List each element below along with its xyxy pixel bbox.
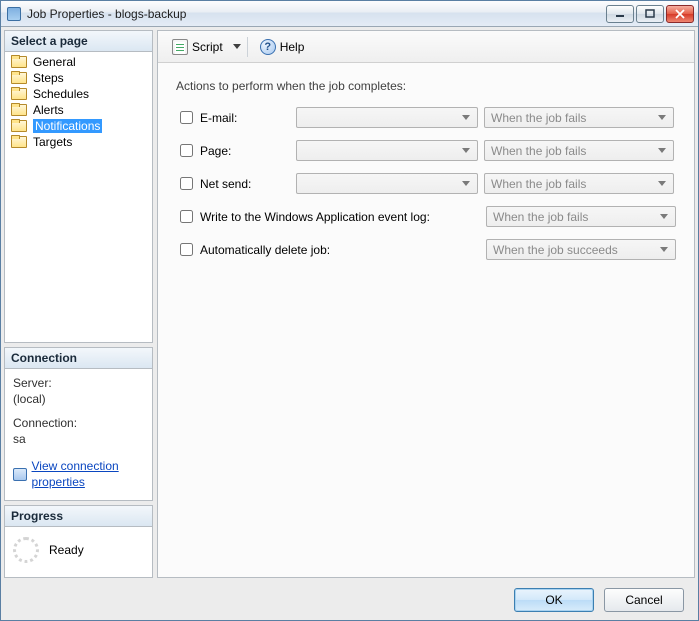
combo-text: When the job succeeds — [493, 243, 618, 257]
nav-label: Steps — [33, 71, 64, 85]
row-page: Page: When the job fails — [176, 140, 676, 161]
page-label: Page: — [200, 144, 290, 158]
connection-panel: Connection Server: (local) Connection: s… — [4, 347, 153, 501]
connection-header: Connection — [5, 348, 152, 369]
window-title: Job Properties - blogs-backup — [27, 7, 606, 21]
nav-label: Targets — [33, 135, 72, 149]
ok-label: OK — [545, 593, 562, 607]
titlebar: Job Properties - blogs-backup — [1, 1, 698, 27]
nav-label: Alerts — [33, 103, 64, 117]
folder-icon — [11, 103, 27, 117]
email-condition-combo[interactable]: When the job fails — [484, 107, 674, 128]
cancel-button[interactable]: Cancel — [604, 588, 684, 612]
toolbar: Script ? Help — [158, 31, 694, 63]
combo-text: When the job fails — [491, 177, 586, 191]
select-page-header: Select a page — [5, 31, 152, 52]
page-condition-combo[interactable]: When the job fails — [484, 140, 674, 161]
combo-text: When the job fails — [491, 144, 586, 158]
autodelete-label: Automatically delete job: — [200, 243, 480, 257]
nav-item-alerts[interactable]: Alerts — [5, 102, 152, 118]
netsend-checkbox[interactable] — [180, 177, 193, 190]
folder-icon — [11, 119, 27, 133]
progress-panel: Progress Ready — [4, 505, 153, 578]
progress-body: Ready — [5, 527, 152, 577]
connection-value: sa — [13, 431, 144, 447]
eventlog-label: Write to the Windows Application event l… — [200, 210, 480, 224]
spinner-icon — [13, 537, 39, 563]
folder-icon — [11, 135, 27, 149]
server-label: Server: — [13, 375, 144, 391]
close-button[interactable] — [666, 5, 694, 23]
script-icon — [172, 39, 188, 55]
section-title: Actions to perform when the job complete… — [176, 79, 676, 93]
netsend-operator-combo[interactable] — [296, 173, 478, 194]
chevron-down-icon — [655, 181, 669, 186]
progress-status: Ready — [49, 543, 84, 557]
netsend-label: Net send: — [200, 177, 290, 191]
connection-body: Server: (local) Connection: sa View conn… — [5, 369, 152, 500]
chevron-down-icon — [459, 181, 473, 186]
footer: OK Cancel — [1, 581, 698, 619]
window-buttons — [606, 5, 694, 23]
form-area: Actions to perform when the job complete… — [158, 63, 694, 577]
nav-item-schedules[interactable]: Schedules — [5, 86, 152, 102]
email-operator-combo[interactable] — [296, 107, 478, 128]
right-column: Script ? Help Actions to perform when th… — [157, 30, 695, 578]
chevron-down-icon — [459, 148, 473, 153]
help-button[interactable]: ? Help — [254, 37, 311, 57]
help-label: Help — [280, 40, 305, 54]
left-column: Select a page General Steps Schedules — [4, 30, 153, 578]
chevron-down-icon — [657, 247, 671, 252]
toolbar-separator — [247, 37, 248, 57]
ok-button[interactable]: OK — [514, 588, 594, 612]
page-checkbox[interactable] — [180, 144, 193, 157]
folder-icon — [11, 55, 27, 69]
server-value: (local) — [13, 391, 144, 407]
progress-header: Progress — [5, 506, 152, 527]
nav-label: General — [33, 55, 76, 69]
chevron-down-icon — [657, 214, 671, 219]
nav-item-notifications[interactable]: Notifications — [5, 118, 152, 134]
minimize-button[interactable] — [606, 5, 634, 23]
page-operator-combo[interactable] — [296, 140, 478, 161]
combo-text: When the job fails — [493, 210, 588, 224]
nav-item-general[interactable]: General — [5, 54, 152, 70]
nav-label: Schedules — [33, 87, 89, 101]
select-page-panel: Select a page General Steps Schedules — [4, 30, 153, 343]
eventlog-condition-combo[interactable]: When the job fails — [486, 206, 676, 227]
row-email: E-mail: When the job fails — [176, 107, 676, 128]
workarea: Select a page General Steps Schedules — [4, 30, 695, 578]
chevron-down-icon — [655, 115, 669, 120]
view-connection-properties-link[interactable]: View connection properties — [13, 458, 144, 490]
script-dropdown-arrow[interactable] — [233, 39, 241, 55]
cancel-label: Cancel — [625, 593, 662, 607]
nav-item-steps[interactable]: Steps — [5, 70, 152, 86]
client-area: Select a page General Steps Schedules — [1, 27, 698, 581]
maximize-button[interactable] — [636, 5, 664, 23]
email-checkbox[interactable] — [180, 111, 193, 124]
autodelete-condition-combo[interactable]: When the job succeeds — [486, 239, 676, 260]
help-icon: ? — [260, 39, 276, 55]
folder-icon — [11, 71, 27, 85]
script-button[interactable]: Script — [166, 37, 229, 57]
properties-icon — [13, 467, 26, 481]
link-text: View connection properties — [32, 458, 144, 490]
row-netsend: Net send: When the job fails — [176, 173, 676, 194]
autodelete-checkbox[interactable] — [180, 243, 193, 256]
chevron-down-icon — [655, 148, 669, 153]
app-icon — [7, 7, 21, 21]
nav-label: Notifications — [33, 119, 102, 133]
row-autodelete: Automatically delete job: When the job s… — [176, 239, 676, 260]
netsend-condition-combo[interactable]: When the job fails — [484, 173, 674, 194]
folder-icon — [11, 87, 27, 101]
nav-item-targets[interactable]: Targets — [5, 134, 152, 150]
page-list: General Steps Schedules Alerts — [5, 52, 152, 152]
eventlog-checkbox[interactable] — [180, 210, 193, 223]
combo-text: When the job fails — [491, 111, 586, 125]
row-eventlog: Write to the Windows Application event l… — [176, 206, 676, 227]
chevron-down-icon — [459, 115, 473, 120]
script-label: Script — [192, 40, 223, 54]
email-label: E-mail: — [200, 111, 290, 125]
connection-label: Connection: — [13, 415, 144, 431]
